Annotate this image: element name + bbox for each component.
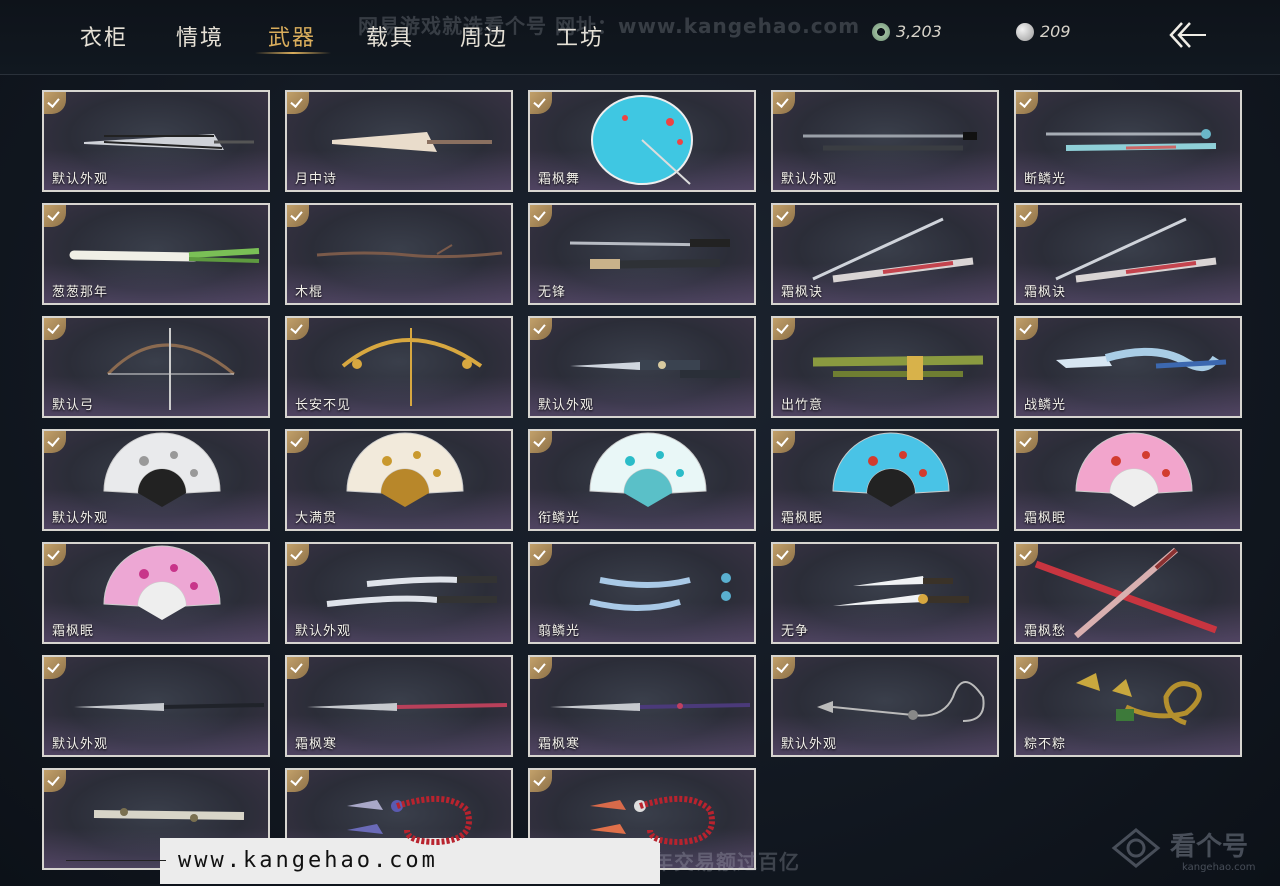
weapon-card[interactable]: 长安不见 [285,316,513,418]
logo-subtext: kangehao.com [1182,862,1256,873]
weapon-name: 断鳞光 [1024,172,1067,187]
tab-wardrobe[interactable]: 衣柜 [80,20,128,52]
jade-amount: 3,203 [896,22,942,41]
weapon-card[interactable]: 默认外观 [285,542,513,644]
weapon-card[interactable]: 大满贯 [285,429,513,531]
weapon-card[interactable]: 霜枫寒 [285,655,513,757]
weapon-card[interactable]: 木棍 [285,203,513,305]
weapon-card[interactable]: 默认外观 [771,90,999,192]
weapon-card[interactable]: 出竹意 [771,316,999,418]
jade-currency: 3,203 [872,22,942,41]
weapon-name: 默认外观 [538,398,595,413]
weapon-card[interactable]: 翦鳞光 [528,542,756,644]
top-nav-bar: 衣柜 情境 武器 载具 周边 工坊 网易游戏就选看个号 网址：www.kange… [0,0,1280,75]
weapon-card[interactable]: 粽不粽 [1014,655,1242,757]
weapon-name: 默认外观 [52,737,109,752]
weapon-card[interactable]: 默认外观 [771,655,999,757]
weapon-name: 大满贯 [295,511,338,526]
weapon-name: 月中诗 [295,172,338,187]
weapon-card[interactable]: 月中诗 [285,90,513,192]
weapon-name: 出竹意 [781,398,824,413]
tab-scenario[interactable]: 情境 [176,20,224,52]
weapon-card[interactable]: 霜枫眠 [42,542,270,644]
jade-coin-icon [872,22,890,41]
tab-weapons[interactable]: 武器 [268,20,316,52]
weapon-name: 霜枫眠 [781,511,824,526]
weapon-name: 霜枫眠 [52,624,95,639]
weapon-name: 木棍 [295,285,324,300]
weapon-card[interactable]: 战鳞光 [1014,316,1242,418]
weapon-name: 长安不见 [295,398,352,413]
weapon-card[interactable]: 霜枫诀 [771,203,999,305]
weapon-name: 霜枫寒 [295,737,338,752]
weapon-card[interactable]: 霜枫诀 [1014,203,1242,305]
weapon-card[interactable]: 默认外观 [42,90,270,192]
weapon-name: 默认弓 [52,398,95,413]
weapon-card[interactable]: 无锋 [528,203,756,305]
weapon-name: 粽不粽 [1024,737,1067,752]
eye-logo-icon [1111,828,1161,868]
watermark-text: 网易游戏就选看个号 网址：www.kangehao.com [358,14,861,38]
weapon-card[interactable]: 默认外观 [42,429,270,531]
weapon-card[interactable]: 默认外观 [42,655,270,757]
weapon-card[interactable]: 霜枫眠 [1014,429,1242,531]
weapon-name: 默认外观 [781,737,838,752]
weapon-grid: 默认外观 月中诗 霜枫舞 默认外观 断鳞光 葱葱那年 木棍 无锋 霜枫诀 霜枫诀 默认弓 长安不见 默认… [42,90,1244,870]
weapon-name: 霜枫诀 [781,285,824,300]
weapon-name: 葱葱那年 [52,285,109,300]
weapon-card[interactable] [42,768,270,870]
weapon-card[interactable]: 无争 [771,542,999,644]
weapon-name: 默认外观 [781,172,838,187]
weapon-name: 霜枫舞 [538,172,581,187]
active-tab-indicator [255,52,331,54]
weapon-card[interactable]: 霜枫愁 [1014,542,1242,644]
weapon-card[interactable]: 断鳞光 [1014,90,1242,192]
weapon-name: 战鳞光 [1024,398,1067,413]
back-button[interactable] [1166,18,1210,52]
weapon-name: 霜枫眠 [1024,511,1067,526]
weapon-card[interactable]: 默认外观 [528,316,756,418]
weapon-name: 衔鳞光 [538,511,581,526]
weapon-card[interactable]: 葱葱那年 [42,203,270,305]
weapon-name: 无锋 [538,285,567,300]
weapon-name: 默认外观 [52,172,109,187]
spiked-club-icon [93,808,245,822]
weapon-card[interactable]: 霜枫舞 [528,90,756,192]
weapon-name: 霜枫诀 [1024,285,1067,300]
weapon-name: 无争 [781,624,810,639]
weapon-card[interactable]: 默认弓 [42,316,270,418]
site-logo: 看个号 kangehao.com [1106,820,1276,880]
back-arrow-icon [1169,22,1206,48]
silver-amount: 209 [1040,22,1071,41]
weapon-card[interactable]: 衔鳞光 [528,429,756,531]
weapon-name: 翦鳞光 [538,624,581,639]
beads-red-icon [590,795,715,846]
weapon-card[interactable] [285,768,513,870]
beads-blue-icon [347,795,472,846]
silver-coin-icon [1016,22,1034,41]
weapon-name: 默认外观 [295,624,352,639]
weapon-name: 默认外观 [52,511,109,526]
silver-currency: 209 [1016,22,1071,41]
logo-text: 看个号 [1170,832,1249,862]
weapon-name: 霜枫愁 [1024,624,1067,639]
weapon-card[interactable] [528,768,756,870]
weapon-card[interactable]: 霜枫眠 [771,429,999,531]
weapon-name: 霜枫寒 [538,737,581,752]
weapon-card[interactable]: 霜枫寒 [528,655,756,757]
